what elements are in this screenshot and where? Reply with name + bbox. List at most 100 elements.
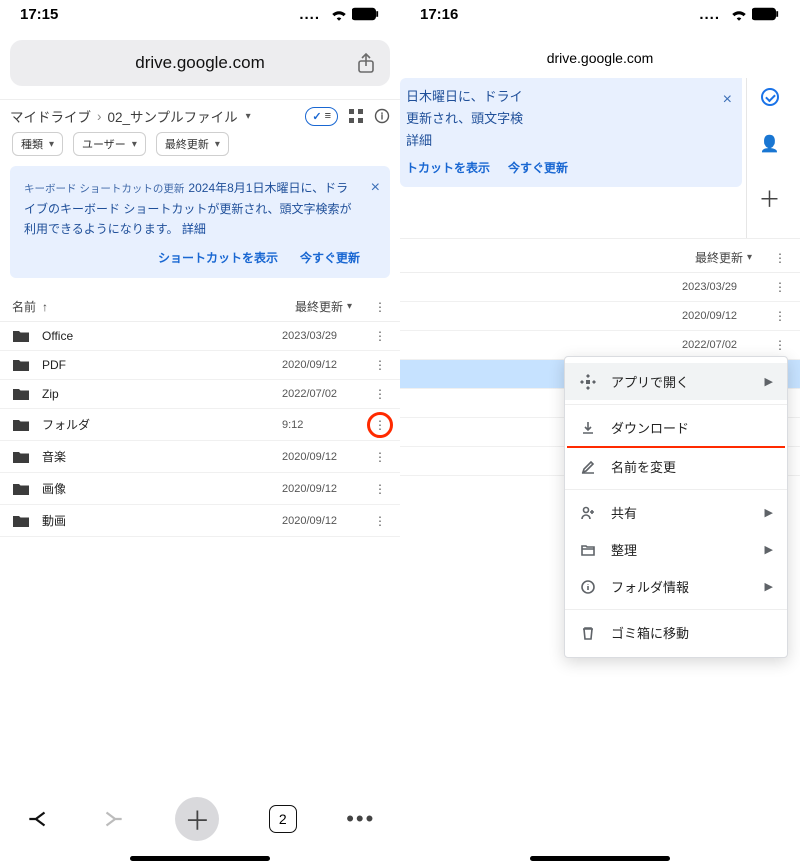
row-kebab-icon[interactable]: ⋮ [772, 280, 788, 294]
header-kebab-icon[interactable]: ⋮ [772, 251, 788, 265]
trash-icon [579, 624, 597, 642]
chevron-down-icon[interactable]: ▾ [246, 111, 251, 122]
chip-type[interactable]: 種類▾ [12, 132, 63, 156]
filter-chips: 種類▾ ユーザー▾ 最終更新▾ [0, 132, 400, 164]
left-screenshot: 17:15 .... drive.google.com マイドライブ › 02_… [0, 0, 400, 867]
status-bar: 17:16 .... [400, 0, 800, 28]
breadcrumb-root[interactable]: マイドライブ [10, 106, 91, 126]
list-header: 最終更新▾ ⋮ [400, 238, 800, 273]
add-addon-icon[interactable]: ＋ [758, 182, 780, 214]
wifi-icon [730, 7, 748, 21]
row-date: 2020/09/12 [282, 515, 352, 527]
tasks-icon[interactable] [761, 88, 779, 106]
forward-button[interactable] [100, 806, 126, 832]
menu-organize[interactable]: 整理 ▶ [565, 531, 787, 568]
share-icon[interactable] [354, 51, 378, 75]
menu-download[interactable]: ダウンロード [565, 409, 787, 446]
show-shortcuts-link[interactable]: トカットを表示 [406, 158, 490, 178]
folder-icon [12, 418, 30, 432]
contacts-icon[interactable]: 👤 [760, 134, 780, 154]
row-kebab-icon[interactable]: ⋮ [372, 329, 388, 343]
status-bar: 17:15 .... [0, 0, 400, 28]
wifi-icon [330, 7, 348, 21]
info-icon [579, 578, 597, 596]
chip-user[interactable]: ユーザー▾ [73, 132, 146, 156]
col-updated[interactable]: 最終更新▾ [695, 249, 752, 266]
list-header: 名前 ↑ 最終更新▾ ⋮ [0, 288, 400, 322]
close-icon[interactable]: × [723, 86, 732, 113]
row-name: 画像 [42, 480, 66, 497]
home-indicator [530, 856, 670, 861]
update-now-link[interactable]: 今すぐ更新 [508, 158, 568, 178]
row-date: 2020/09/12 [282, 451, 352, 463]
pencil-icon [579, 458, 597, 476]
row-kebab-icon[interactable]: ⋮ [372, 450, 388, 464]
col-name[interactable]: 名前 [12, 298, 36, 315]
row-kebab-icon[interactable]: ⋮ [372, 358, 388, 372]
row-kebab-icon[interactable]: ⋮ [372, 514, 388, 528]
info-icon[interactable] [374, 108, 390, 124]
url-bar[interactable]: drive.google.com [10, 40, 390, 86]
row-name: PDF [42, 358, 66, 372]
context-menu: アプリで開く ▶ ダウンロード 名前を変更 [564, 356, 788, 658]
table-row[interactable]: フォルダ 9:12 ⋮ [0, 409, 400, 441]
submenu-arrow-icon: ▶ [765, 580, 773, 593]
more-button[interactable]: ••• [346, 806, 375, 832]
menu-share[interactable]: 共有 ▶ [565, 494, 787, 531]
table-row[interactable]: Office 2023/03/29 ⋮ [0, 322, 400, 351]
submenu-arrow-icon: ▶ [765, 543, 773, 556]
table-row[interactable]: 画像 2020/09/12 ⋮ [0, 473, 400, 505]
menu-info[interactable]: フォルダ情報 ▶ [565, 568, 787, 605]
update-now-link[interactable]: 今すぐ更新 [300, 248, 360, 268]
table-row[interactable]: PDF2020/09/12⋮ [0, 351, 400, 380]
view-grid-icon[interactable] [348, 108, 364, 124]
new-tab-button[interactable]: ＋ [175, 797, 219, 841]
table-row[interactable]: 2020/09/12⋮ [400, 302, 800, 331]
right-screenshot: 17:16 .... drive.google.com × 日木曜日に、ドライ … [400, 0, 800, 867]
row-date: 9:12 [282, 419, 352, 431]
row-name: 動画 [42, 512, 66, 529]
submenu-arrow-icon: ▶ [765, 506, 773, 519]
row-kebab-icon[interactable]: ⋮ [772, 309, 788, 323]
menu-open-with[interactable]: アプリで開く ▶ [565, 363, 787, 400]
banner-detail-link[interactable]: 詳細 [182, 222, 206, 236]
banner-lead: キーボード ショートカットの更新 [24, 183, 184, 195]
row-kebab-icon[interactable]: ⋮ [372, 482, 388, 496]
side-panel: 👤 ＋ [746, 78, 792, 238]
table-row[interactable]: 2023/03/29 ⋮ [400, 273, 800, 302]
folder-icon [12, 514, 30, 528]
row-date: 2023/03/29 [282, 330, 352, 342]
row-kebab-icon[interactable]: ⋮ [772, 338, 788, 352]
back-button[interactable] [25, 806, 51, 832]
row-name: 音楽 [42, 448, 66, 465]
row-name: Zip [42, 387, 59, 401]
url-host[interactable]: drive.google.com [400, 28, 800, 76]
table-row[interactable]: 動画 2020/09/12 ⋮ [0, 505, 400, 537]
breadcrumb-current[interactable]: 02_サンプルファイル [108, 106, 238, 126]
submenu-arrow-icon: ▶ [765, 375, 773, 388]
table-row[interactable]: 音楽 2020/09/12 ⋮ [0, 441, 400, 473]
header-kebab-icon[interactable]: ⋮ [372, 300, 388, 314]
close-icon[interactable]: × [371, 174, 380, 201]
row-kebab-icon[interactable]: ⋮ [372, 418, 388, 432]
table-row[interactable]: Zip2022/07/02⋮ [0, 380, 400, 409]
download-icon [579, 419, 597, 437]
menu-rename[interactable]: 名前を変更 [565, 448, 787, 485]
row-name: フォルダ [42, 416, 90, 433]
chip-updated[interactable]: 最終更新▾ [156, 132, 229, 156]
row-name: Office [42, 329, 73, 343]
shortcut-update-banner: × 日木曜日に、ドライ 更新され、頭文字検 詳細 トカットを表示 今すぐ更新 [400, 78, 742, 187]
sort-asc-icon[interactable]: ↑ [42, 300, 48, 314]
col-updated[interactable]: 最終更新▾ [295, 298, 352, 315]
clock: 17:16 [420, 6, 458, 23]
row-kebab-icon[interactable]: ⋮ [372, 387, 388, 401]
row-date: 2023/03/29 [682, 281, 752, 293]
folder-icon [12, 482, 30, 496]
show-shortcuts-link[interactable]: ショートカットを表示 [158, 248, 278, 268]
tabs-button[interactable]: 2 [269, 805, 297, 833]
menu-trash[interactable]: ゴミ箱に移動 [565, 614, 787, 651]
row-date: 2020/09/12 [282, 483, 352, 495]
view-list-toggle[interactable]: ✓≡ [305, 107, 338, 126]
folder-move-icon [579, 541, 597, 559]
cell-dots-icon: .... [299, 6, 320, 23]
